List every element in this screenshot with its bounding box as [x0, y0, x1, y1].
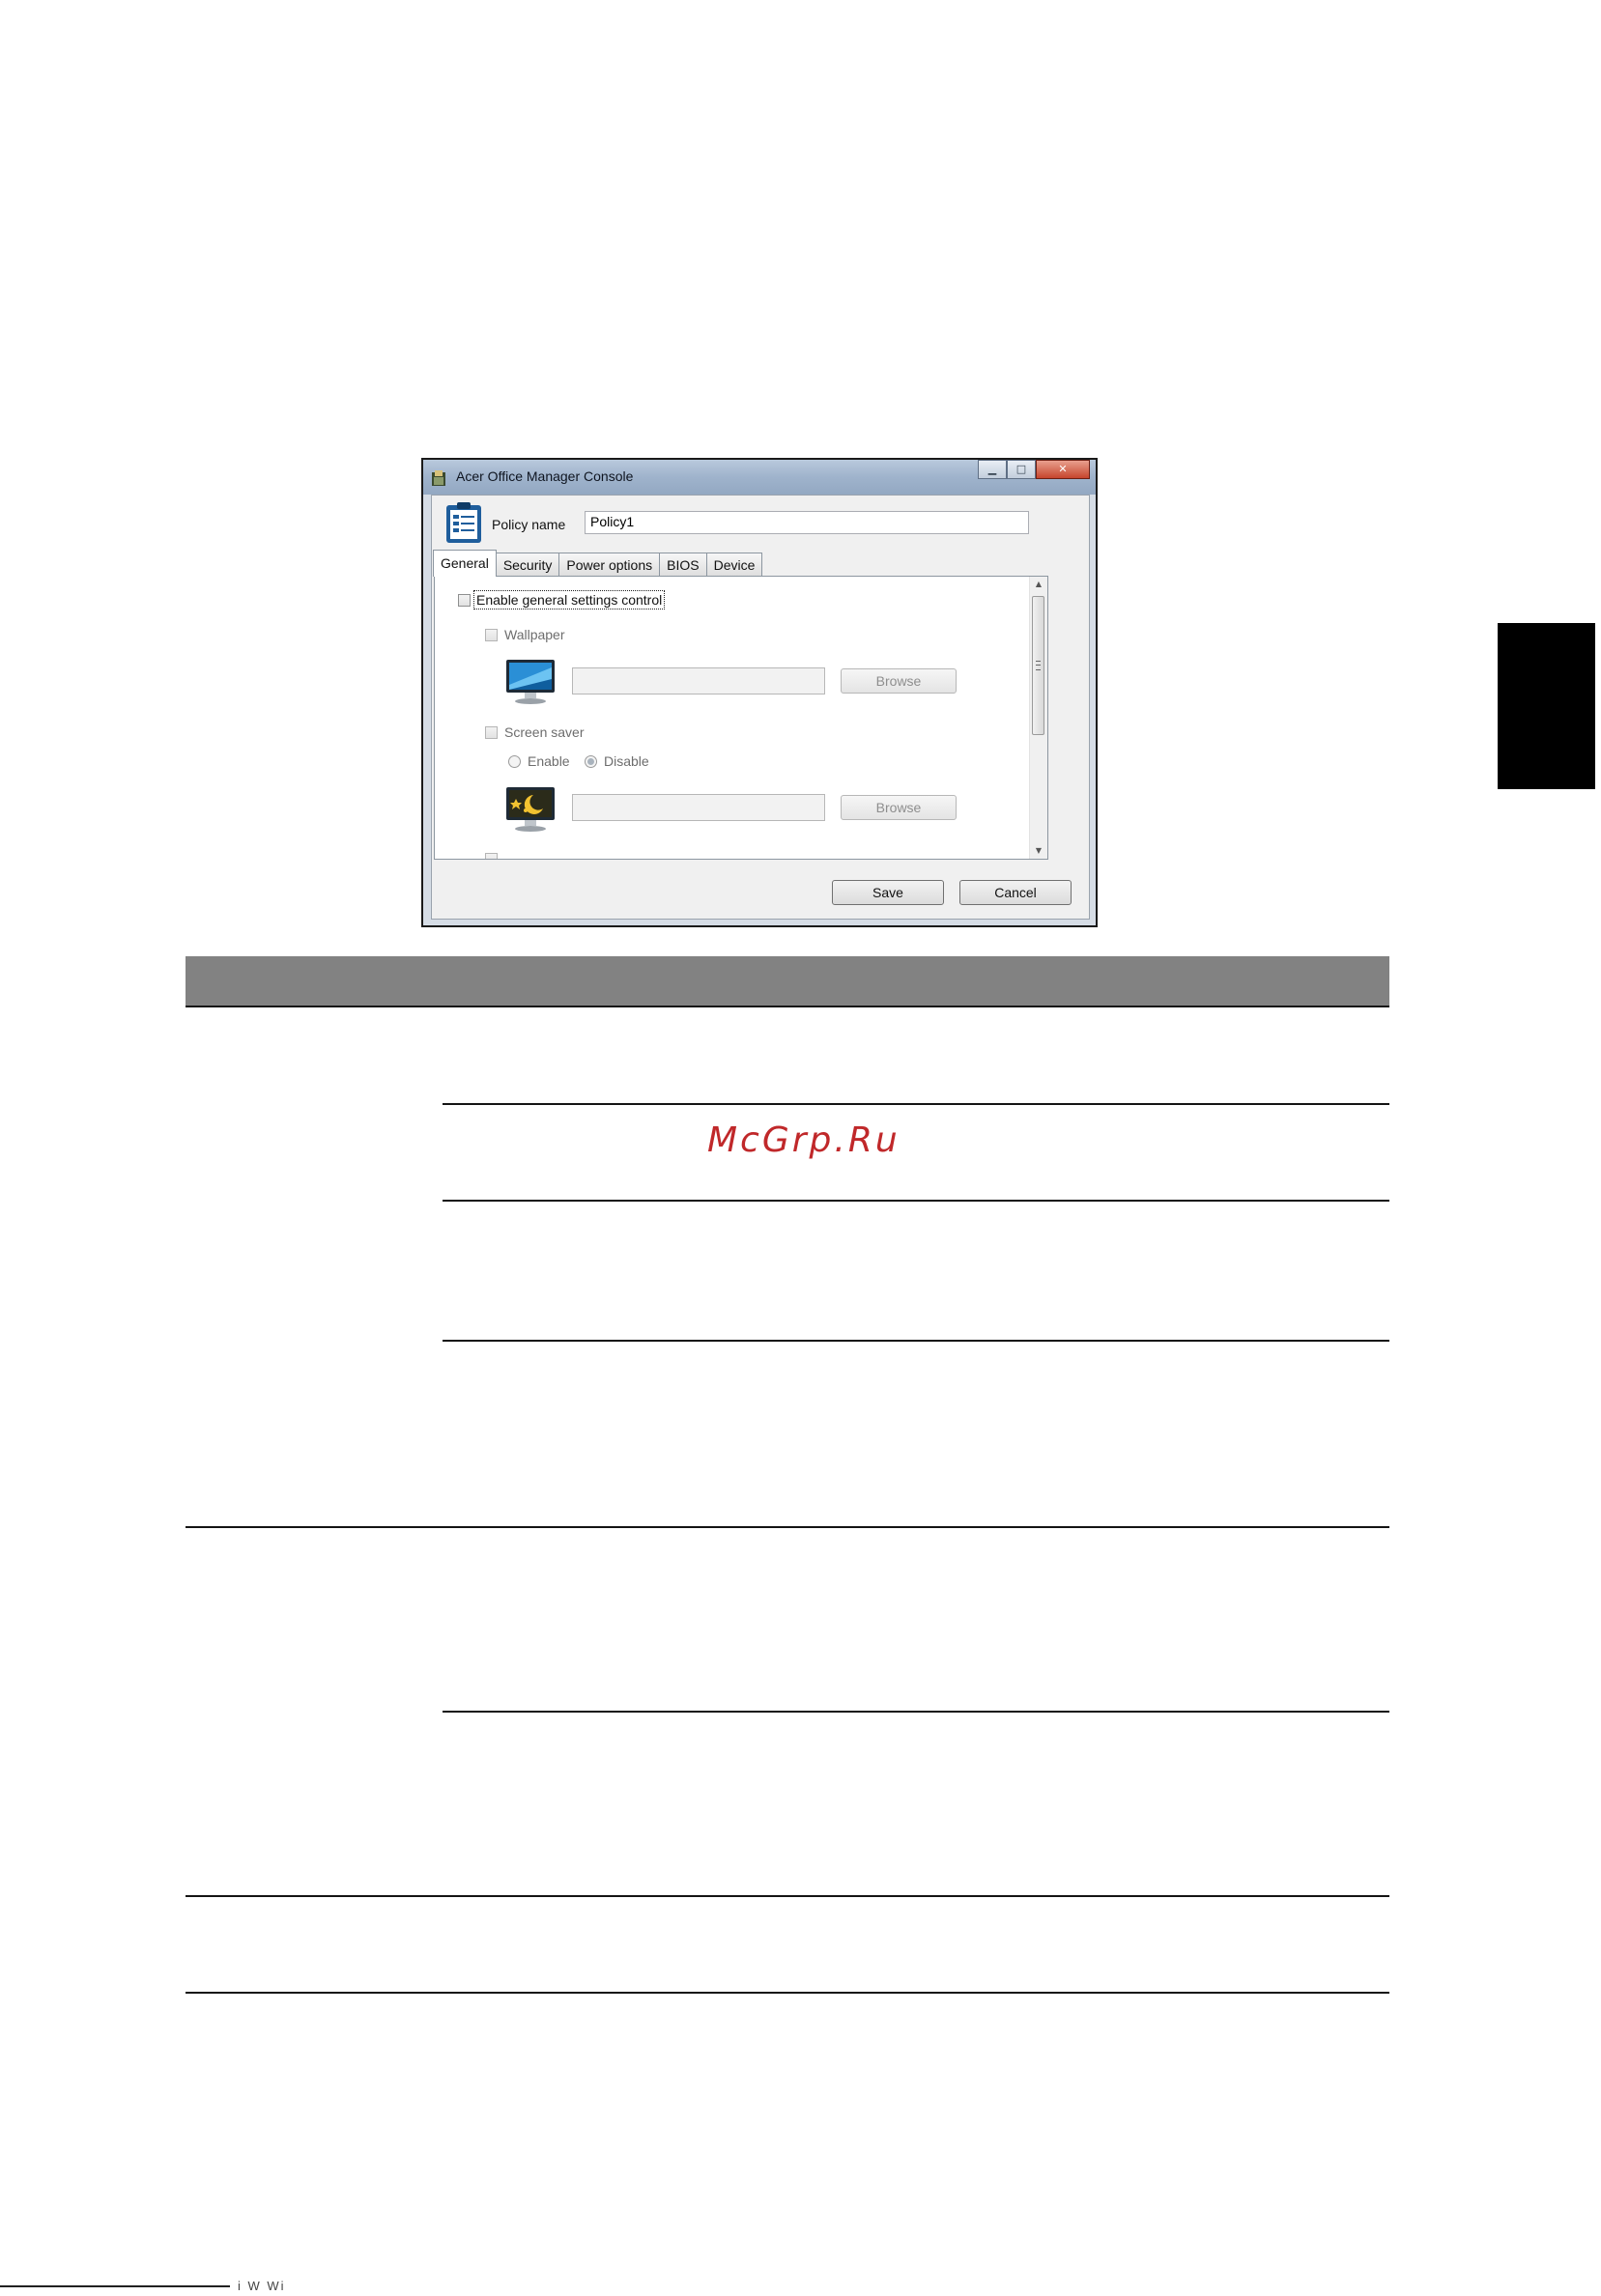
maximize-button[interactable]: □	[1007, 460, 1036, 479]
enable-general-settings-label[interactable]: Enable general settings control	[473, 590, 666, 609]
screensaver-enable-label: Enable	[528, 753, 570, 769]
policy-name-label: Policy name	[492, 517, 566, 532]
screensaver-path-field[interactable]	[572, 794, 825, 821]
settings-tabs: General Security Power options BIOS Devi…	[433, 550, 763, 577]
table-rule	[443, 1200, 1389, 1202]
tab-general[interactable]: General	[433, 550, 497, 577]
table-rule	[443, 1340, 1389, 1342]
next-option-checkbox[interactable]	[485, 853, 498, 859]
close-button[interactable]: ✕	[1036, 460, 1090, 479]
table-rule	[186, 1895, 1389, 1897]
table-rule	[443, 1711, 1389, 1713]
monitor-screensaver-icon	[506, 787, 555, 832]
dialog-client-area: Policy name Policy1 General Security Pow…	[431, 495, 1090, 920]
enable-general-settings-checkbox[interactable]	[458, 594, 471, 607]
table-rule	[186, 1992, 1389, 1994]
policy-clipboard-icon	[446, 502, 481, 543]
table-rule	[443, 1103, 1389, 1105]
screensaver-browse-button[interactable]: Browse	[841, 795, 957, 820]
tab-security[interactable]: Security	[495, 553, 560, 577]
monitor-wallpaper-icon	[506, 660, 555, 704]
window-title: Acer Office Manager Console	[456, 468, 634, 484]
wallpaper-path-field[interactable]	[572, 667, 825, 694]
tab-device[interactable]: Device	[705, 553, 763, 577]
watermark-text: McGrp.Ru	[707, 1120, 901, 1160]
wallpaper-browse-button[interactable]: Browse	[841, 668, 957, 694]
app-icon	[432, 470, 445, 486]
wallpaper-label: Wallpaper	[504, 627, 565, 642]
table-rule	[186, 1526, 1389, 1528]
footer-rule	[0, 2285, 230, 2287]
footer-text: i W Wi	[238, 2279, 286, 2293]
chapter-thumb-tab	[1498, 623, 1595, 789]
policy-name-input[interactable]: Policy1	[585, 511, 1029, 534]
table-rule	[186, 1006, 1389, 1007]
screensaver-checkbox[interactable]	[485, 726, 498, 739]
scroll-down-icon[interactable]: ▼	[1030, 843, 1047, 859]
tab-power-options[interactable]: Power options	[558, 553, 661, 577]
cancel-button[interactable]: Cancel	[959, 880, 1072, 905]
window-controls: ▁ □ ✕	[978, 460, 1090, 479]
screensaver-label: Screen saver	[504, 724, 585, 740]
console-window: Acer Office Manager Console ▁ □ ✕ Policy…	[421, 458, 1098, 927]
scroll-up-icon[interactable]: ▲	[1030, 577, 1047, 592]
screensaver-enable-radio[interactable]	[508, 755, 521, 768]
wallpaper-checkbox[interactable]	[485, 629, 498, 641]
vertical-scrollbar[interactable]: ▲ ▼	[1029, 577, 1047, 859]
title-bar[interactable]: Acer Office Manager Console ▁ □ ✕	[423, 460, 1096, 495]
tab-bios[interactable]: BIOS	[659, 553, 707, 577]
save-button[interactable]: Save	[832, 880, 944, 905]
scroll-thumb[interactable]	[1032, 596, 1044, 735]
table-header-bar	[186, 956, 1389, 1006]
screensaver-disable-label: Disable	[604, 753, 649, 769]
screensaver-disable-radio[interactable]	[585, 755, 597, 768]
general-tab-panel: Enable general settings control Wallpape…	[434, 576, 1048, 860]
scroll-grip-icon	[1036, 661, 1041, 670]
minimize-button[interactable]: ▁	[978, 460, 1007, 479]
